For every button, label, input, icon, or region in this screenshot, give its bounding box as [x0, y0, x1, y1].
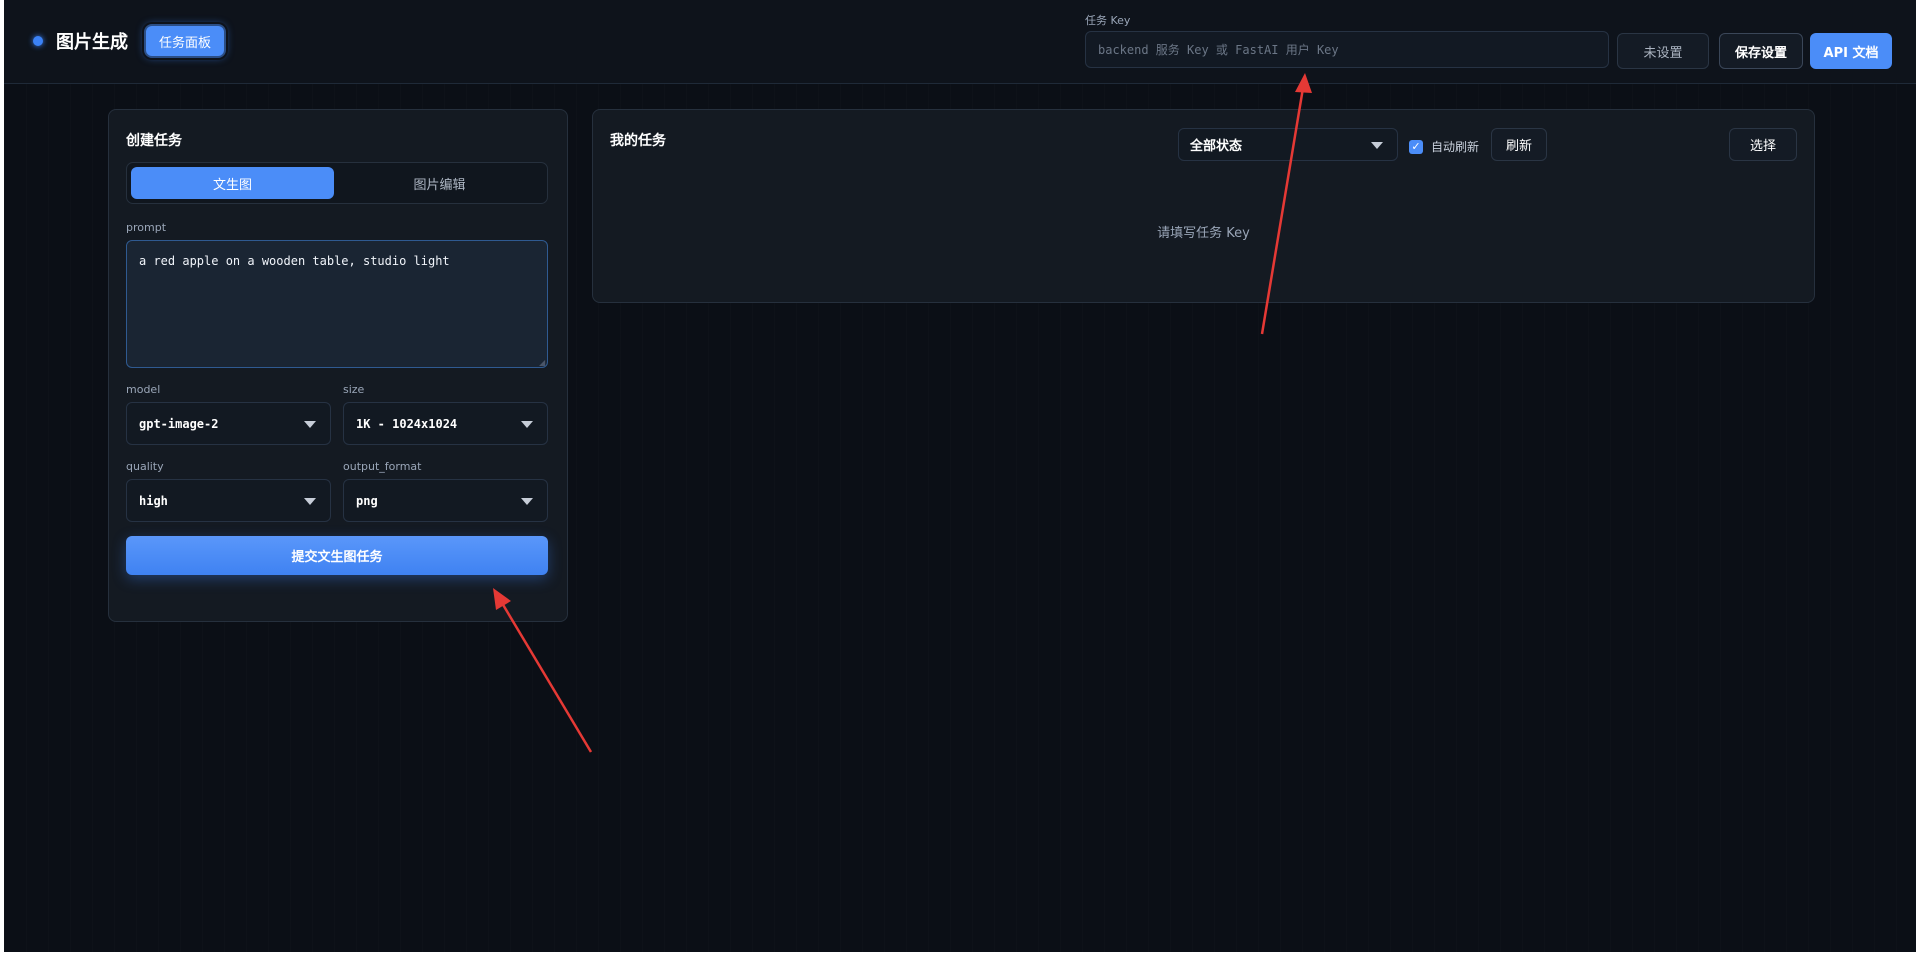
auto-refresh-label: 自动刷新 [1431, 140, 1480, 154]
app-window: 图片生成 任务面板 任务 Key 未设置 保存设置 API 文档 创建任务 文生… [4, 0, 1916, 952]
chevron-down-icon [521, 421, 533, 428]
quality-select-value: high [139, 493, 168, 508]
create-task-panel: 创建任务 文生图 图片编辑 prompt a red apple on a wo… [108, 109, 568, 622]
top-header: 图片生成 任务面板 任务 Key 未设置 保存设置 API 文档 [4, 0, 1916, 84]
submit-task-button[interactable]: 提交文生图任务 [126, 536, 548, 575]
tab-image-edit[interactable]: 图片编辑 [338, 167, 541, 199]
quality-select[interactable]: high [126, 479, 331, 522]
mode-tabs: 文生图 图片编辑 [126, 162, 548, 204]
prompt-label: prompt [126, 221, 167, 234]
empty-state-message: 请填写任务 Key [1157, 226, 1250, 241]
size-select-value: 1K - 1024x1024 [356, 416, 458, 431]
chevron-down-icon [521, 498, 533, 505]
key-status-button[interactable]: 未设置 [1617, 33, 1709, 69]
output-format-select-value: png [356, 493, 378, 508]
task-panel-button[interactable]: 任务面板 [144, 24, 226, 58]
my-tasks-title: 我的任务 [610, 133, 666, 149]
output-format-select[interactable]: png [343, 479, 548, 522]
task-key-label: 任务 Key [1085, 14, 1131, 27]
brand-dot-icon [33, 36, 43, 46]
api-docs-button[interactable]: API 文档 [1810, 33, 1892, 69]
task-key-input[interactable] [1085, 31, 1609, 68]
create-task-title: 创建任务 [126, 133, 182, 149]
brand-title: 图片生成 [56, 32, 128, 53]
status-filter-select[interactable]: 全部状态 [1178, 128, 1398, 161]
chevron-down-icon [1371, 142, 1383, 149]
size-select[interactable]: 1K - 1024x1024 [343, 402, 548, 445]
chevron-down-icon [304, 421, 316, 428]
refresh-button[interactable]: 刷新 [1491, 128, 1547, 161]
status-filter-value: 全部状态 [1190, 139, 1243, 154]
model-label: model [126, 383, 161, 396]
output-format-label: output_format [343, 460, 422, 473]
tab-text-to-image[interactable]: 文生图 [131, 167, 334, 199]
prompt-textarea[interactable]: a red apple on a wooden table, studio li… [126, 240, 548, 368]
model-select-value: gpt-image-2 [139, 416, 219, 431]
auto-refresh-toggle[interactable]: ✓ 自动刷新 [1409, 138, 1479, 155]
model-select[interactable]: gpt-image-2 [126, 402, 331, 445]
chevron-down-icon [304, 498, 316, 505]
resize-handle-icon[interactable]: ◢ [539, 359, 547, 367]
my-tasks-panel: 我的任务 全部状态 ✓ 自动刷新 刷新 选择 请填写任务 Key [592, 109, 1815, 303]
select-button[interactable]: 选择 [1729, 128, 1797, 161]
size-label: size [343, 383, 365, 396]
quality-label: quality [126, 460, 164, 473]
auto-refresh-checkbox[interactable]: ✓ [1409, 139, 1423, 154]
save-settings-button[interactable]: 保存设置 [1719, 33, 1803, 69]
